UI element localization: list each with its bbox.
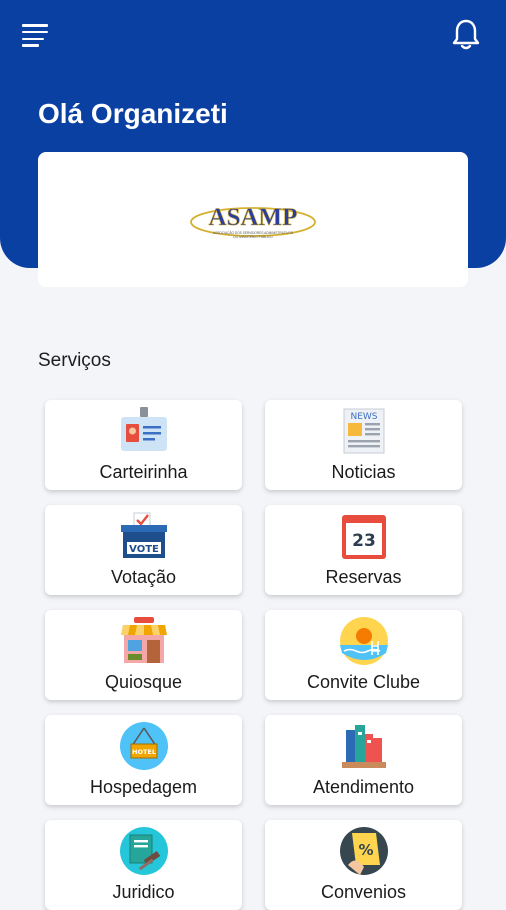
svg-text:HOTEL: HOTEL xyxy=(132,748,156,756)
ballot-box-icon: VOTE xyxy=(121,512,167,558)
service-label: Hospedagem xyxy=(89,777,198,797)
service-label: Atendimento xyxy=(312,777,415,797)
newspaper-icon: NEWS xyxy=(343,408,385,454)
svg-text:NEWS: NEWS xyxy=(350,412,377,422)
svg-text:%: % xyxy=(358,841,373,859)
service-card-juridico[interactable]: Juridico xyxy=(45,820,242,910)
service-label: Quiosque xyxy=(104,672,183,692)
service-label: Votação xyxy=(110,567,177,587)
calendar-icon: 23 xyxy=(342,515,386,559)
services-section-title: Serviços xyxy=(38,350,111,371)
discount-coupon-icon: % xyxy=(340,827,388,875)
service-label: Noticias xyxy=(331,462,396,482)
hotel-sign-icon: HOTEL xyxy=(120,722,168,770)
pool-sun-icon xyxy=(340,617,388,665)
service-card-convenios[interactable]: % Convenios xyxy=(265,820,462,910)
service-card-reservas[interactable]: 23 Reservas xyxy=(265,505,462,595)
service-label: Convite Clube xyxy=(306,672,421,692)
asamp-logo: ASAMP ASSOCIAÇÃO DOS SERVIDORES ADMINIST… xyxy=(190,204,316,239)
kiosk-icon xyxy=(121,617,167,663)
hamburger-menu-icon[interactable] xyxy=(22,24,48,47)
svg-text:DO MINISTÉRIO PÚBLICO: DO MINISTÉRIO PÚBLICO xyxy=(233,234,273,239)
service-card-convite-clube[interactable]: Convite Clube xyxy=(265,610,462,700)
id-card-icon xyxy=(121,407,167,451)
svg-text:ASAMP: ASAMP xyxy=(209,204,298,231)
service-card-quiosque[interactable]: Quiosque xyxy=(45,610,242,700)
service-card-hospedagem[interactable]: HOTEL Hospedagem xyxy=(45,715,242,805)
service-card-carteirinha[interactable]: Carteirinha xyxy=(45,400,242,490)
svg-text:VOTE: VOTE xyxy=(129,544,159,555)
service-card-votacao[interactable]: VOTE Votação xyxy=(45,505,242,595)
service-label: Reservas xyxy=(325,567,402,587)
service-label: Carteirinha xyxy=(99,462,188,482)
greeting-title: Olá Organizeti xyxy=(38,98,228,129)
logo-card: ASAMP ASSOCIAÇÃO DOS SERVIDORES ADMINIST… xyxy=(38,152,468,287)
service-card-noticias[interactable]: NEWS Noticias xyxy=(265,400,462,490)
svg-text:23: 23 xyxy=(352,531,376,551)
bell-icon[interactable] xyxy=(451,18,481,52)
service-card-atendimento[interactable]: Atendimento xyxy=(265,715,462,805)
books-icon xyxy=(342,725,386,768)
gavel-icon xyxy=(120,827,168,875)
